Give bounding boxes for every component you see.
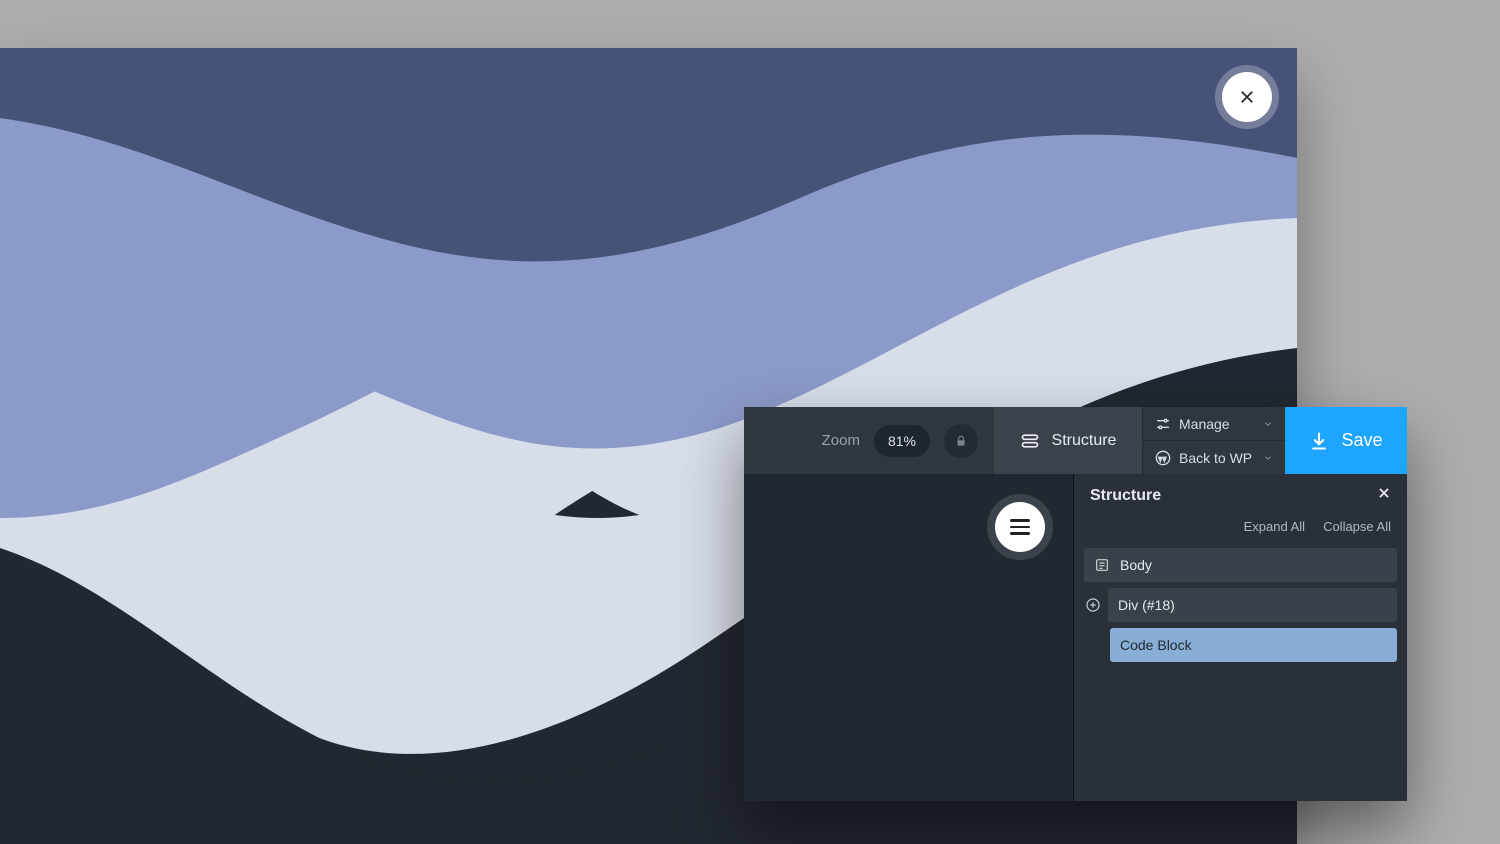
editor-body: Structure Expand All Collapse All Body [744, 474, 1407, 801]
back-to-wp-dropdown[interactable]: Back to WP [1143, 441, 1285, 474]
close-button[interactable] [1222, 72, 1272, 122]
structure-panel: Structure Expand All Collapse All Body [1074, 474, 1407, 801]
structure-panel-actions: Expand All Collapse All [1074, 515, 1407, 548]
tree-node-label: Code Block [1120, 637, 1192, 653]
tree-node-div[interactable]: Div (#18) [1108, 588, 1397, 622]
structure-panel-header: Structure [1074, 474, 1407, 515]
structure-tree: Body Div (#18) Code Block [1074, 548, 1407, 662]
close-icon [1377, 486, 1391, 500]
structure-panel-title: Structure [1090, 487, 1161, 505]
add-child-button[interactable] [1084, 596, 1102, 614]
hamburger-icon [1010, 519, 1030, 535]
editor-panel: Zoom 81% Structure Manage Back to WP [744, 407, 1407, 801]
save-button[interactable]: Save [1285, 407, 1407, 474]
wordpress-icon [1155, 450, 1171, 466]
editor-topbar: Zoom 81% Structure Manage Back to WP [744, 407, 1407, 474]
back-to-wp-label: Back to WP [1179, 450, 1252, 466]
tree-node-label: Div (#18) [1118, 597, 1175, 613]
zoom-value[interactable]: 81% [874, 425, 930, 457]
zoom-controls: Zoom 81% [744, 407, 994, 474]
sliders-icon [1155, 416, 1171, 432]
save-download-icon [1309, 431, 1329, 451]
tree-node-label: Body [1120, 557, 1152, 573]
chevron-down-icon [1263, 419, 1273, 429]
tree-node-code-block[interactable]: Code Block [1110, 628, 1397, 662]
structure-toggle[interactable]: Structure [994, 407, 1142, 474]
structure-icon [1020, 431, 1040, 451]
collapse-all-button[interactable]: Collapse All [1323, 519, 1391, 534]
tree-node-body[interactable]: Body [1084, 548, 1397, 582]
body-icon [1094, 557, 1110, 573]
manage-dropdown[interactable]: Manage [1143, 407, 1285, 441]
lock-button[interactable] [944, 424, 978, 458]
manage-label: Manage [1179, 416, 1230, 432]
panel-close-button[interactable] [1377, 486, 1391, 505]
expand-all-button[interactable]: Expand All [1244, 519, 1305, 534]
dropdown-stack: Manage Back to WP [1142, 407, 1285, 474]
save-label: Save [1341, 430, 1382, 451]
zoom-label: Zoom [822, 432, 860, 449]
chevron-down-icon [1263, 453, 1273, 463]
lock-icon [954, 434, 968, 448]
mini-viewport [744, 474, 1074, 801]
menu-button[interactable] [995, 502, 1045, 552]
structure-toggle-label: Structure [1052, 432, 1117, 450]
close-icon [1238, 88, 1256, 106]
